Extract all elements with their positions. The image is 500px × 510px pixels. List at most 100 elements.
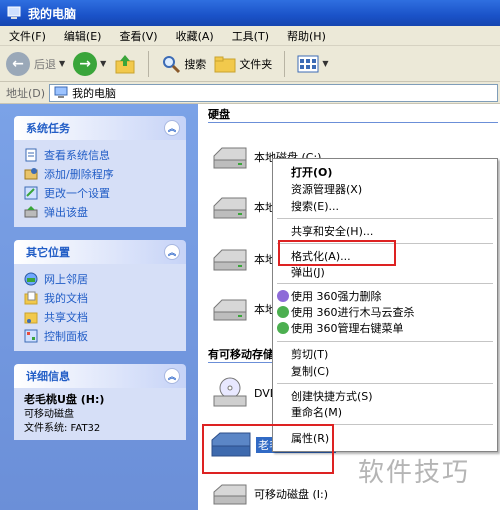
hard-disks-group-title: 硬盘 xyxy=(208,108,230,121)
details-file-system: 文件系统: FAT32 xyxy=(24,423,101,434)
collapse-icon[interactable]: ︽ xyxy=(164,368,180,384)
drive-f[interactable]: 本地 xyxy=(210,294,276,324)
hard-drive-icon xyxy=(213,249,247,271)
place-control-panel[interactable]: 控制面板 xyxy=(24,326,178,345)
hard-drive-icon xyxy=(213,299,247,321)
place-shared-documents[interactable]: 共享文档 xyxy=(24,307,178,326)
control-panel-icon xyxy=(24,186,38,199)
menu-edit[interactable]: 编辑(E) xyxy=(55,28,111,44)
menu-copy[interactable]: 复制(C) xyxy=(291,362,329,380)
context-menu: 打开(O) 资源管理器(X) 搜索(E)... 共享和安全(H)... 格式化(… xyxy=(272,158,498,452)
details-header[interactable]: 详细信息 ︽ xyxy=(14,364,186,388)
chevron-down-icon: ▼ xyxy=(322,59,329,68)
menu-open[interactable]: 打开(O) xyxy=(291,163,332,181)
menu-view[interactable]: 查看(V) xyxy=(110,28,166,44)
menu-rename[interactable]: 重命名(M) xyxy=(291,403,342,421)
security-360-icon xyxy=(277,306,289,318)
address-bar: 地址(D) 我的电脑 xyxy=(0,82,500,104)
menu-tools[interactable]: 工具(T) xyxy=(223,28,278,44)
system-tasks-panel: 系统任务 ︽ 查看系统信息 添加/删除程序 更改一个设置 弹出该盘 xyxy=(14,116,186,227)
address-value: 我的电脑 xyxy=(72,86,117,100)
collapse-icon[interactable]: ︽ xyxy=(164,120,180,136)
views-grid-icon xyxy=(297,55,319,72)
drive-d[interactable]: 本地 xyxy=(210,192,276,222)
menu-separator xyxy=(277,341,493,342)
menu-360-manage-right-click[interactable]: 使用 360管理右键菜单 xyxy=(291,319,404,337)
highlight-format-box xyxy=(278,240,396,266)
menu-help[interactable]: 帮助(H) xyxy=(278,28,335,44)
toolbar: ← 后退 ▼ → ▼ 搜索 文件夹 ▼ xyxy=(0,46,500,82)
place-label: 控制面板 xyxy=(44,329,88,343)
highlight-usb-drive-box xyxy=(202,424,334,474)
dvd-drive-icon xyxy=(213,377,247,407)
menu-file[interactable]: 文件(F) xyxy=(0,28,55,44)
drive-removable-i[interactable]: 可移动磁盘 (I:) xyxy=(210,482,328,506)
add-remove-programs-icon xyxy=(24,167,38,179)
up-folder-button[interactable] xyxy=(114,53,136,75)
collapse-icon[interactable]: ︽ xyxy=(164,244,180,260)
other-places-header[interactable]: 其它位置 ︽ xyxy=(14,240,186,264)
system-tasks-header[interactable]: 系统任务 ︽ xyxy=(14,116,186,140)
menu-search[interactable]: 搜索(E)... xyxy=(291,197,339,215)
removable-group-title: 有可移动存储 xyxy=(208,348,274,361)
hard-drive-icon xyxy=(213,197,247,219)
search-icon xyxy=(163,55,181,73)
hard-drive-icon xyxy=(213,147,247,169)
shredder-360-icon xyxy=(277,290,289,302)
back-label: 后退 xyxy=(34,57,56,71)
chevron-down-icon: ▼ xyxy=(100,59,107,68)
task-change-setting[interactable]: 更改一个设置 xyxy=(24,183,178,202)
drive-dvd[interactable]: DVD xyxy=(210,376,278,410)
forward-button[interactable]: → ▼ xyxy=(73,51,107,76)
task-eject-disk[interactable]: 弹出该盘 xyxy=(24,202,178,221)
drive-label: 可移动磁盘 (I:) xyxy=(254,488,329,501)
chevron-down-icon: ▼ xyxy=(59,59,66,68)
other-places-title: 其它位置 xyxy=(26,246,70,259)
place-network[interactable]: 网上邻居 xyxy=(24,269,178,288)
folder-icon xyxy=(214,56,236,72)
details-panel: 详细信息 ︽ 老毛桃U盘 (H:) 可移动磁盘 文件系统: FAT32 xyxy=(14,364,186,440)
task-label: 添加/删除程序 xyxy=(44,167,114,181)
address-field[interactable]: 我的电脑 xyxy=(49,83,498,102)
folders-button[interactable]: 文件夹 xyxy=(214,54,272,74)
my-documents-icon xyxy=(24,291,38,304)
menu-separator xyxy=(277,218,493,219)
control-panel-icon xyxy=(24,329,38,342)
system-tasks-title: 系统任务 xyxy=(26,122,70,135)
details-drive-name: 老毛桃U盘 (H:) xyxy=(24,393,105,406)
my-computer-icon xyxy=(54,86,68,98)
back-arrow-icon: ← xyxy=(6,51,30,76)
place-my-documents[interactable]: 我的文档 xyxy=(24,288,178,307)
place-label: 我的文档 xyxy=(44,291,88,305)
title-bar[interactable]: 我的电脑 xyxy=(0,0,500,26)
security-360-icon xyxy=(277,322,289,334)
group-divider xyxy=(208,122,498,123)
toolbar-separator xyxy=(148,50,150,77)
task-label: 更改一个设置 xyxy=(44,186,110,200)
details-drive-type: 可移动磁盘 xyxy=(24,409,74,420)
task-label: 弹出该盘 xyxy=(44,205,88,219)
shared-folder-icon xyxy=(24,312,38,323)
menu-explorer[interactable]: 资源管理器(X) xyxy=(291,180,362,198)
task-view-system-info[interactable]: 查看系统信息 xyxy=(24,145,178,164)
toolbar-separator xyxy=(284,50,286,77)
menu-favorites[interactable]: 收藏(A) xyxy=(167,28,223,44)
menu-cut[interactable]: 剪切(T) xyxy=(291,345,328,363)
watermark-text: 软件技巧 xyxy=(358,458,471,488)
search-button[interactable]: 搜索 xyxy=(161,54,206,74)
place-label: 共享文档 xyxy=(44,310,88,324)
up-folder-icon xyxy=(115,54,135,73)
network-icon xyxy=(24,272,38,285)
views-button[interactable]: ▼ xyxy=(297,54,328,74)
back-button[interactable]: ← 后退 ▼ xyxy=(6,51,66,76)
search-label: 搜索 xyxy=(184,57,207,71)
task-add-remove-programs[interactable]: 添加/删除程序 xyxy=(24,164,178,183)
task-label: 查看系统信息 xyxy=(44,148,110,162)
details-title: 详细信息 xyxy=(26,370,70,383)
window-title: 我的电脑 xyxy=(28,6,77,21)
folders-label: 文件夹 xyxy=(239,57,273,71)
drive-e[interactable]: 本地 xyxy=(210,244,276,274)
menu-sharing-security[interactable]: 共享和安全(H)... xyxy=(291,222,373,240)
removable-drive-icon xyxy=(213,484,247,505)
eject-icon xyxy=(24,205,38,217)
